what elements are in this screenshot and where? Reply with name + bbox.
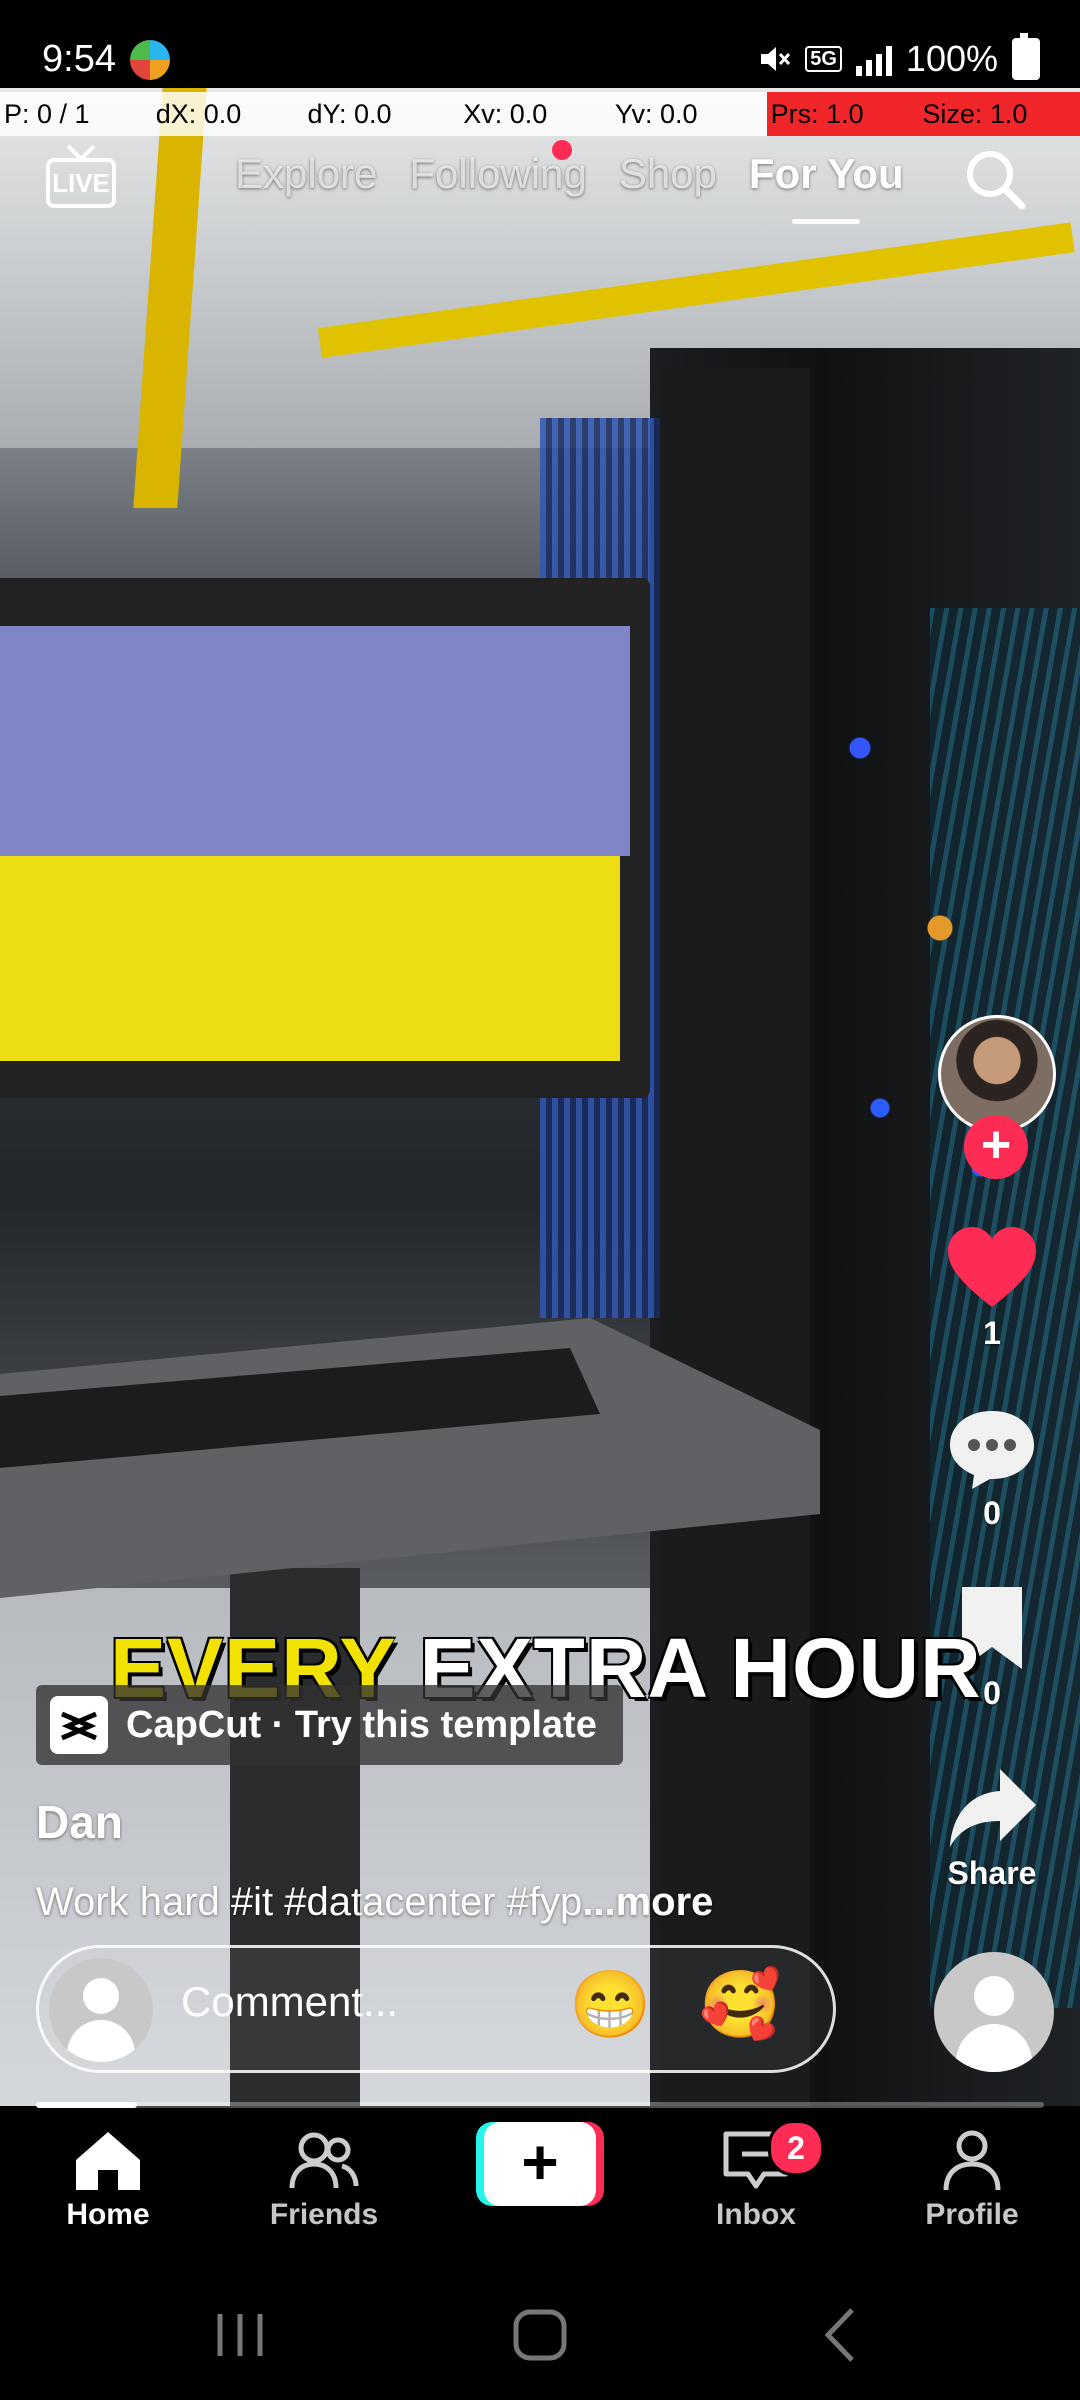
debug-xv: Xv: 0.0 — [459, 92, 611, 136]
emoji-love-button[interactable]: 🥰 — [699, 1966, 781, 2044]
music-disc-avatar[interactable] — [934, 1952, 1054, 2072]
feed-tabs: Explore Following Shop For You — [235, 150, 904, 224]
share-label: Share — [947, 1855, 1037, 1891]
search-icon[interactable] — [962, 146, 1028, 212]
heart-icon — [948, 1227, 1036, 1307]
bottom-nav: Home Friends + 2 Inbox Profile — [0, 2108, 1080, 2270]
recent-apps-icon[interactable] — [200, 2300, 280, 2370]
comment-count: 0 — [983, 1495, 1001, 1531]
app-notification-icon — [130, 40, 170, 80]
mute-icon — [761, 47, 791, 71]
creator-username[interactable]: Dan — [36, 1795, 123, 1849]
description-more-link[interactable]: ...more — [582, 1880, 713, 1924]
debug-dx: dX: 0.0 — [151, 92, 304, 136]
5g-icon: 5G — [805, 46, 842, 72]
comment-bubble-icon — [950, 1411, 1034, 1489]
tab-shop[interactable]: Shop — [619, 150, 717, 198]
like-count: 1 — [983, 1315, 1001, 1351]
nav-inbox-label: Inbox — [716, 2198, 796, 2231]
battery-percent: 100% — [905, 38, 998, 79]
comment-user-avatar — [49, 1958, 153, 2062]
debug-prs: Prs: 1.0 — [766, 92, 919, 136]
video-rack-lights — [820, 688, 1020, 1288]
create-button[interactable]: + — [476, 2122, 604, 2206]
comment-input[interactable]: Comment... — [181, 1978, 398, 2026]
capcut-template-button[interactable]: CapCut · Try this template — [36, 1685, 623, 1765]
video-monitor-screen-blue — [0, 626, 630, 856]
system-nav-bar — [0, 2270, 1080, 2400]
plus-icon: + — [484, 2122, 596, 2206]
tab-explore[interactable]: Explore — [235, 150, 377, 198]
capcut-template-label: CapCut · Try this template — [126, 1703, 597, 1746]
nav-home[interactable]: Home — [38, 2128, 178, 2232]
tab-for-you[interactable]: For You — [749, 150, 904, 224]
status-bar: 9:54 5G 100% — [0, 0, 1080, 88]
status-icons: 5G 100% — [757, 33, 1040, 80]
comment-button[interactable]: 0 — [922, 1405, 1062, 1532]
debug-pointer: P: 0 / 1 — [0, 92, 152, 136]
inbox-badge: 2 — [768, 2120, 824, 2176]
debug-yv: Yv: 0.0 — [610, 92, 767, 136]
description-text: Work hard #it #datacenter #fyp — [36, 1880, 583, 1924]
video-description[interactable]: Work hard #it #datacenter #fyp...more — [36, 1880, 713, 1925]
share-arrow-icon — [950, 1769, 1036, 1847]
live-button[interactable]: LIVE — [46, 144, 122, 210]
nav-home-label: Home — [66, 2198, 150, 2231]
debug-size: Size: 1.0 — [918, 92, 1080, 136]
share-button[interactable]: Share — [922, 1765, 1062, 1892]
battery-icon — [1012, 33, 1040, 80]
debug-dy: dY: 0.0 — [303, 92, 460, 136]
following-notification-dot — [552, 140, 572, 160]
back-icon[interactable] — [800, 2300, 880, 2370]
pointer-location-overlay: P: 0 / 1 dX: 0.0 dY: 0.0 Xv: 0.0 Yv: 0.0… — [0, 92, 1080, 136]
video-monitor-screen-yellow — [0, 856, 620, 1061]
nav-profile-label: Profile — [925, 2198, 1019, 2231]
profile-icon — [943, 2130, 1001, 2191]
live-label: LIVE — [46, 158, 116, 208]
nav-friends[interactable]: Friends — [254, 2128, 394, 2232]
friends-icon — [289, 2132, 359, 2189]
video-pillar — [660, 368, 810, 2106]
comment-bar[interactable]: Comment... 😁 🥰 — [36, 1945, 836, 2073]
video-player[interactable] — [0, 88, 1080, 2106]
status-time: 9:54 — [42, 38, 116, 80]
top-nav: LIVE Explore Following Shop For You — [0, 140, 1080, 240]
nav-profile[interactable]: Profile — [902, 2128, 1042, 2232]
like-button[interactable]: 1 — [922, 1225, 1062, 1352]
emoji-grin-button[interactable]: 😁 — [569, 1966, 651, 2044]
home-icon — [76, 2132, 140, 2190]
nav-friends-label: Friends — [269, 2198, 379, 2231]
home-system-icon[interactable] — [500, 2300, 580, 2370]
signal-icon — [855, 42, 892, 76]
nav-inbox[interactable]: 2 Inbox — [686, 2120, 826, 2232]
follow-plus-icon[interactable]: + — [964, 1115, 1028, 1179]
capcut-logo-icon — [50, 1696, 108, 1754]
